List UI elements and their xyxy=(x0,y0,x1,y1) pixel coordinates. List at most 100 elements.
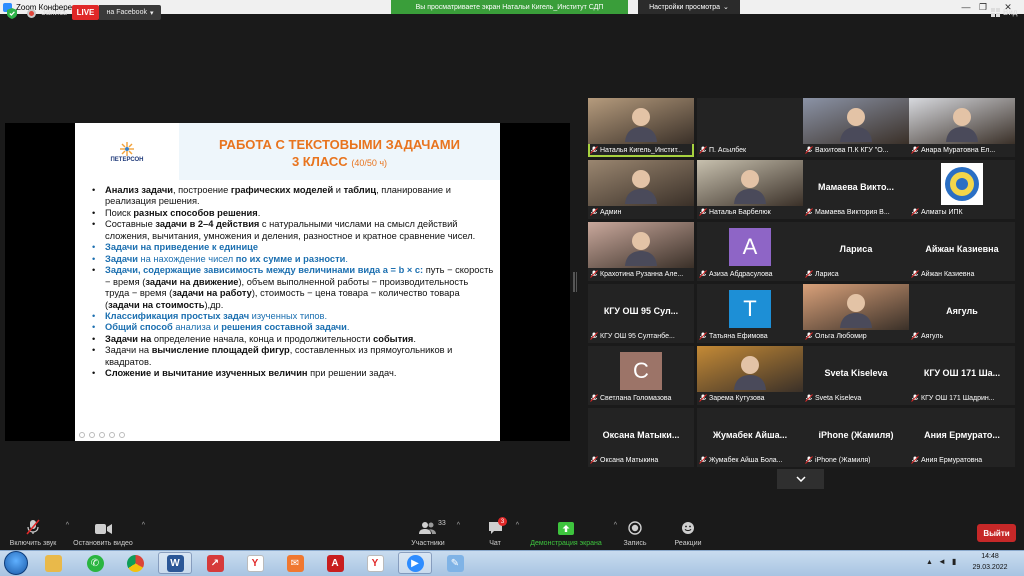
participant-tile[interactable]: C Светлана Голомазова xyxy=(588,346,694,405)
slide-control-dot[interactable] xyxy=(119,432,125,438)
caret-up-icon[interactable]: ^ xyxy=(66,522,69,529)
stop-video-button[interactable]: Остановить видео ^ xyxy=(70,512,145,550)
slide-control-dot[interactable] xyxy=(99,432,105,438)
chart-app-icon: ↗ xyxy=(206,554,224,572)
participant-tile[interactable]: Ания Ермурато... Ания Ермуратовна xyxy=(909,408,1015,467)
participant-tile[interactable]: КГУ ОШ 95 Сул... КГУ ОШ 95 Султанбе... xyxy=(588,284,694,343)
gallery-next-page-button[interactable] xyxy=(777,469,824,489)
recording-icon xyxy=(27,9,36,18)
participant-tile[interactable]: Анара Муратовна Ел... xyxy=(909,98,1015,157)
taskbar-chrome[interactable] xyxy=(118,552,152,574)
participant-label: Крахотина Рузанна Але... xyxy=(590,269,692,279)
view-button[interactable]: Вид xyxy=(991,8,1017,17)
slide-control-dot[interactable] xyxy=(79,432,85,438)
split-resize-handle[interactable] xyxy=(573,272,576,292)
participant-label: Sveta Kiseleva xyxy=(805,393,907,403)
taskbar-word[interactable]: W xyxy=(158,552,192,574)
taskbar-explorer[interactable] xyxy=(36,552,70,574)
clock-date[interactable]: 29.03.2022 xyxy=(970,564,1010,571)
taskbar-acrobat[interactable]: A xyxy=(318,552,352,574)
shield-icon[interactable] xyxy=(7,8,17,19)
muted-mic-icon xyxy=(590,394,598,402)
taskbar-yandex-browser[interactable]: Y xyxy=(358,552,392,574)
participant-label: КГУ ОШ 95 Султанбе... xyxy=(590,331,692,341)
participant-name-display: КГУ ОШ 95 Сул... xyxy=(603,306,679,316)
participant-tile[interactable]: Ольга Любомир xyxy=(803,284,909,343)
slide-grade: 3 КЛАСС xyxy=(291,154,348,169)
participant-tile[interactable]: Аягуль Аягуль xyxy=(909,284,1015,343)
taskbar-zoom[interactable]: ▶ xyxy=(398,552,432,574)
slide-controls[interactable] xyxy=(79,432,125,438)
participant-tile[interactable]: Алматы ИПК xyxy=(909,160,1015,219)
participant-tile[interactable]: A Азиза Абдрасулова xyxy=(697,222,803,281)
participant-tile[interactable]: T Татьяна Ефимова xyxy=(697,284,803,343)
record-button[interactable]: Запись xyxy=(619,512,651,550)
muted-mic-icon xyxy=(911,270,919,278)
grid-icon xyxy=(991,8,1000,17)
participant-tile[interactable]: Айжан Казиевна Айжан Казиевна xyxy=(909,222,1015,281)
participant-tile[interactable]: КГУ ОШ 171 Ша... КГУ ОШ 171 Шадрин... xyxy=(909,346,1015,405)
slide-bullet: Задачи на приведение к единице xyxy=(85,242,495,254)
participant-tile[interactable]: Лариса Лариса xyxy=(803,222,909,281)
taskbar-app2[interactable]: ✉ xyxy=(278,552,312,574)
participant-tile[interactable]: Жумабек Айша... Жумабек Айша Бола... xyxy=(697,408,803,467)
share-screen-button[interactable]: Демонстрация экрана ^ xyxy=(524,512,617,550)
reactions-button[interactable]: Реакции xyxy=(668,512,708,550)
tray-expand-icon[interactable]: ▲ xyxy=(926,559,933,566)
slide-bullet-text: графических моделей xyxy=(230,185,334,195)
taskbar-app[interactable]: ↗ xyxy=(198,552,232,574)
participant-name: Айжан Казиевна xyxy=(921,270,975,278)
participant-tile[interactable]: Вахитова П.К КГУ "О... xyxy=(803,98,909,157)
minimize-button[interactable]: — xyxy=(958,0,974,14)
leave-meeting-button[interactable]: Выйти xyxy=(977,524,1016,542)
participant-tile[interactable]: Админ xyxy=(588,160,694,219)
participant-tile[interactable]: Наталья Кигель_Инстит... xyxy=(588,98,694,157)
slide-bullet-text: Поиск xyxy=(105,207,134,218)
participant-tile[interactable]: Наталья Барбелюк xyxy=(697,160,803,219)
video-camera-icon xyxy=(94,524,112,534)
participant-tile[interactable]: Sveta Kiseleva Sveta Kiseleva xyxy=(803,346,909,405)
taskbar-yandex[interactable]: Y xyxy=(238,552,272,574)
participant-label: iPhone (Жамиля) xyxy=(805,455,907,465)
clock-time[interactable]: 14:48 xyxy=(970,553,1010,560)
sound-icon[interactable]: ◄ xyxy=(938,557,946,566)
participant-name-display: Оксана Матыки... xyxy=(602,430,680,440)
caret-up-icon[interactable]: ^ xyxy=(142,522,145,529)
view-label: Вид xyxy=(1003,8,1018,17)
participant-tile[interactable]: Зарема Кутузова xyxy=(697,346,803,405)
caret-up-icon[interactable]: ^ xyxy=(516,522,519,529)
restore-button[interactable]: ❐ xyxy=(975,0,991,14)
folder-icon xyxy=(44,554,62,572)
taskbar-paint[interactable]: ✎ xyxy=(438,552,472,574)
taskbar-whatsapp[interactable]: ✆ xyxy=(78,552,112,574)
view-options-button[interactable]: Настройки просмотра ⌄ xyxy=(638,0,740,14)
caret-up-icon[interactable]: ^ xyxy=(457,522,460,529)
unmute-button[interactable]: Включить звук ^ xyxy=(6,512,69,550)
person-silhouette-icon xyxy=(734,356,766,390)
caret-up-icon[interactable]: ^ xyxy=(614,522,617,529)
live-target-dropdown[interactable]: на Facebook ▾ xyxy=(99,5,161,20)
slide-bullet-text: таблиц xyxy=(343,185,377,195)
participant-tile[interactable]: Оксана Матыки... Оксана Матыкина xyxy=(588,408,694,467)
slide-bullet-text: задачи в 2–4 действия xyxy=(155,219,260,230)
start-button[interactable] xyxy=(4,551,28,575)
participant-name-display: Мамаева Викто... xyxy=(818,182,894,192)
participant-tile[interactable]: iPhone (Жамиля) iPhone (Жамиля) xyxy=(803,408,909,467)
participant-name: Татьяна Ефимова xyxy=(709,332,768,340)
slide-bullet: Задачи на вычисление площадей фигур, сос… xyxy=(85,345,495,368)
slide-control-dot[interactable] xyxy=(89,432,95,438)
participants-button[interactable]: Участники ^ xyxy=(405,512,460,550)
slide-control-dot[interactable] xyxy=(109,432,115,438)
participant-tile[interactable]: Крахотина Рузанна Але... xyxy=(588,222,694,281)
chat-label: Чат xyxy=(489,540,501,547)
muted-mic-icon xyxy=(590,208,598,216)
person-silhouette-icon xyxy=(625,232,657,266)
participants-label: Участники xyxy=(411,540,445,547)
participant-tile[interactable]: П. Асылбек xyxy=(697,98,803,157)
participant-name-display: КГУ ОШ 171 Ша... xyxy=(923,368,1001,378)
participant-avatar: T xyxy=(729,290,771,328)
app-icon: ✉ xyxy=(286,554,304,572)
participant-name-display: Ания Ермурато... xyxy=(924,430,1000,440)
network-icon[interactable]: ▮ xyxy=(952,557,956,566)
participant-tile[interactable]: Мамаева Викто... Мамаева Виктория В... xyxy=(803,160,909,219)
